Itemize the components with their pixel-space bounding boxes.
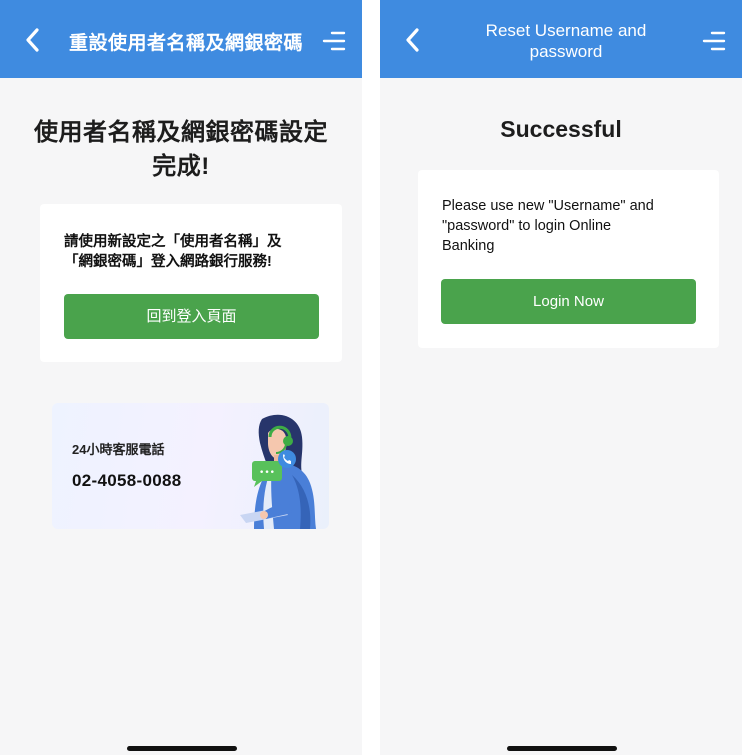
success-heading: Successful (500, 116, 622, 142)
menu-button[interactable] (320, 28, 348, 54)
instruction-line2: "password" to login Online (442, 218, 612, 234)
message-card: Please use new "Username" and "password"… (418, 170, 719, 348)
back-button[interactable] (402, 27, 424, 53)
success-heading: 使用者名稱及網銀密碼設定 完成! (0, 116, 362, 184)
header-bar: Reset Username and password (380, 0, 742, 78)
back-to-login-button[interactable]: 回到登入頁面 (64, 294, 319, 339)
right-phone-screen: Reset Username and password Successful P… (380, 0, 742, 755)
instruction-line3: Banking (442, 238, 495, 254)
service-phone-number: 02-4058-0088 (72, 471, 182, 490)
home-indicator (507, 746, 617, 751)
message-card: 請使用新設定之「使用者名稱」及 「網銀密碼」登入網路銀行服務! 回到登入頁面 (40, 204, 342, 362)
instruction-line1: Please use new "Username" and (442, 198, 654, 214)
success-heading-line1: 使用者名稱及網銀密碼設定 (34, 119, 328, 146)
instruction-text: 請使用新設定之「使用者名稱」及 「網銀密碼」登入網路銀行服務! (64, 232, 326, 272)
menu-button[interactable] (700, 28, 728, 54)
page-title: Reset Username and password (440, 20, 692, 62)
page-title-line1: Reset Username and (485, 21, 647, 40)
phone-icon (278, 450, 296, 468)
success-heading-line2: 完成! (152, 153, 210, 180)
headset-agent-illustration: ••• (240, 414, 316, 529)
page-title-line2: password (529, 42, 603, 61)
back-button[interactable] (22, 27, 44, 53)
instruction-line1: 請使用新設定之「使用者名稱」及 (64, 234, 282, 250)
customer-service-banner[interactable]: 24小時客服電話 02-4058-0088 ••• (52, 403, 329, 529)
header-bar: 重設使用者名稱及網銀密碼 (0, 0, 362, 78)
chat-bubble-dots: ••• (259, 468, 275, 478)
instruction-text: Please use new "Username" and "password"… (442, 196, 702, 256)
menu-icon (322, 31, 346, 51)
service-hotline-label: 24小時客服電話 (72, 442, 165, 457)
login-now-button[interactable]: Login Now (441, 279, 696, 324)
home-indicator (127, 746, 237, 751)
left-phone-screen: 重設使用者名稱及網銀密碼 使用者名稱及網銀密碼設定 完成! 請使用新設定之「使用… (0, 0, 362, 755)
page-title: 重設使用者名稱及網銀密碼 (68, 33, 303, 54)
menu-icon (702, 31, 726, 51)
chevron-left-icon (26, 28, 39, 52)
chevron-left-icon (406, 28, 419, 52)
instruction-line2: 「網銀密碼」登入網路銀行服務! (64, 254, 272, 270)
